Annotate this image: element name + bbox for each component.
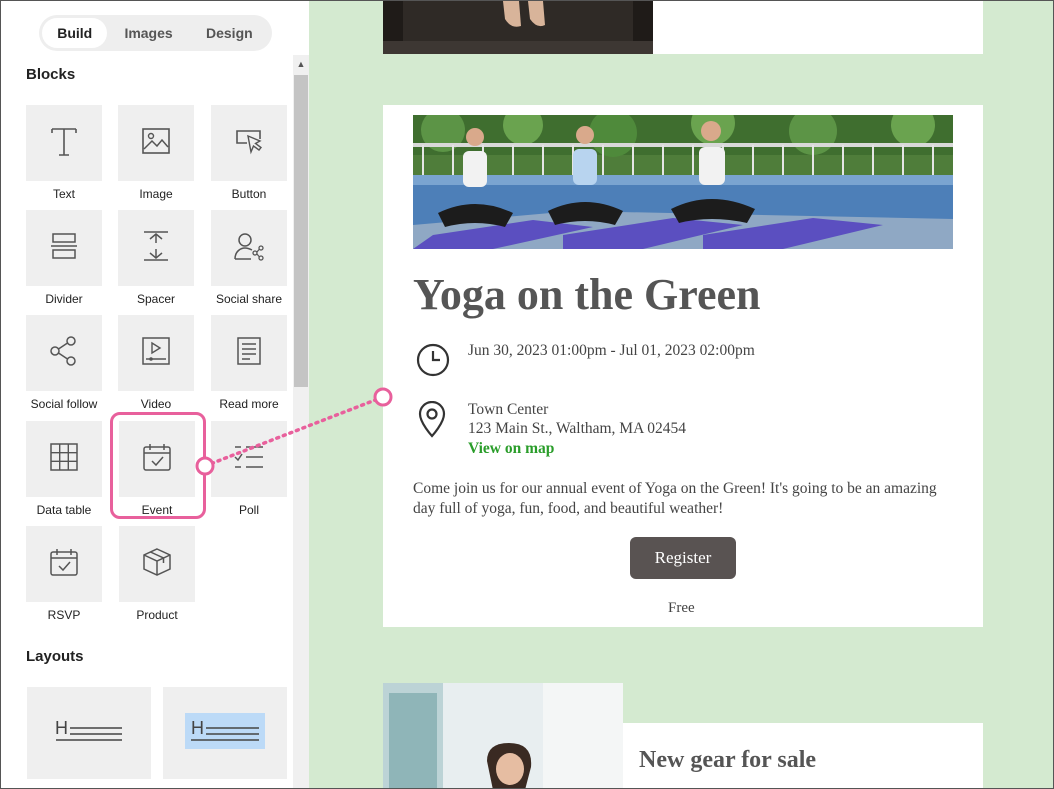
- block-label: Product: [136, 608, 178, 622]
- clock-icon: [415, 342, 451, 383]
- social-follow-icon: [49, 335, 79, 371]
- block-label: Divider: [45, 292, 83, 306]
- social-share-icon: [233, 231, 265, 266]
- block-social-follow[interactable]: Social follow: [26, 315, 102, 411]
- block-label: Image: [139, 187, 173, 201]
- sidebar: Build Images Design Blocks Text Image Bu…: [1, 1, 309, 788]
- block-divider[interactable]: Divider: [26, 210, 102, 306]
- block-label: Event: [141, 503, 173, 517]
- button-icon: [234, 127, 264, 160]
- block-button[interactable]: Button: [211, 105, 287, 201]
- block-spacer[interactable]: Spacer: [118, 210, 194, 306]
- blocks-heading: Blocks: [26, 66, 76, 83]
- tab-bar: Build Images Design: [39, 15, 272, 51]
- block-read-more[interactable]: Read more: [211, 315, 287, 411]
- block-label: Button: [231, 187, 267, 201]
- gear-photo: [383, 683, 623, 788]
- rsvp-icon: [49, 547, 79, 582]
- block-label: Data table: [36, 503, 92, 517]
- tab-build[interactable]: Build: [42, 18, 108, 48]
- tab-design[interactable]: Design: [190, 18, 269, 48]
- block-video[interactable]: Video: [118, 315, 194, 411]
- svg-text:H: H: [55, 718, 68, 738]
- event-location-name: Town Center: [468, 401, 549, 418]
- spacer-icon: [142, 230, 170, 267]
- event-address: 123 Main St., Waltham, MA 02454: [468, 420, 687, 437]
- block-text[interactable]: Text: [26, 105, 102, 201]
- layout-heading-lines[interactable]: H: [27, 687, 151, 779]
- block-poll[interactable]: Poll: [211, 421, 287, 517]
- block-image[interactable]: Image: [118, 105, 194, 201]
- product-icon: [142, 547, 172, 582]
- event-title: Yoga on the Green: [413, 270, 761, 319]
- text-icon: [50, 125, 78, 162]
- image-icon: [141, 127, 171, 160]
- layouts-heading: Layouts: [26, 648, 84, 665]
- event-datetime: Jun 30, 2023 01:00pm - Jul 01, 2023 02:0…: [468, 342, 755, 359]
- location-pin-icon: [417, 400, 447, 444]
- event-price: Free: [668, 600, 695, 616]
- app-frame: Build Images Design Blocks Text Image Bu…: [0, 0, 1054, 789]
- previous-content-block[interactable]: [383, 1, 983, 54]
- heading-lines-icon: H: [54, 717, 124, 750]
- event-photo: [413, 115, 953, 249]
- video-icon: [141, 336, 171, 371]
- block-product[interactable]: Product: [119, 526, 195, 622]
- block-label: Text: [52, 187, 75, 201]
- gear-title: New gear for sale: [639, 747, 817, 773]
- block-label: Social share: [215, 292, 283, 306]
- block-label: Poll: [238, 503, 259, 517]
- scrollbar-thumb[interactable]: [294, 75, 308, 387]
- block-label: Video: [140, 397, 172, 411]
- data-table-icon: [49, 442, 79, 477]
- poll-icon: [233, 442, 265, 477]
- event-description: Come join us for our annual event of Yog…: [413, 480, 937, 517]
- block-label: Read more: [219, 397, 279, 411]
- block-label: Spacer: [136, 292, 176, 306]
- scroll-up-icon[interactable]: ▲: [293, 55, 309, 73]
- event-icon: [142, 442, 172, 477]
- read-more-icon: [236, 336, 262, 371]
- block-label: RSVP: [47, 608, 81, 622]
- previous-block-image: [383, 1, 653, 54]
- block-social-share[interactable]: Social share: [211, 210, 287, 306]
- tab-images[interactable]: Images: [107, 18, 189, 48]
- heading-lines-highlighted-icon: H: [185, 712, 265, 754]
- register-button[interactable]: Register: [630, 537, 736, 579]
- view-on-map-link[interactable]: View on map: [468, 439, 554, 458]
- layout-heading-lines-highlighted[interactable]: H: [163, 687, 287, 779]
- block-label: Social follow: [30, 397, 98, 411]
- block-event[interactable]: Event: [119, 421, 195, 517]
- divider-icon: [50, 231, 78, 266]
- block-rsvp[interactable]: RSVP: [26, 526, 102, 622]
- block-data-table[interactable]: Data table: [26, 421, 102, 517]
- svg-text:H: H: [191, 718, 204, 738]
